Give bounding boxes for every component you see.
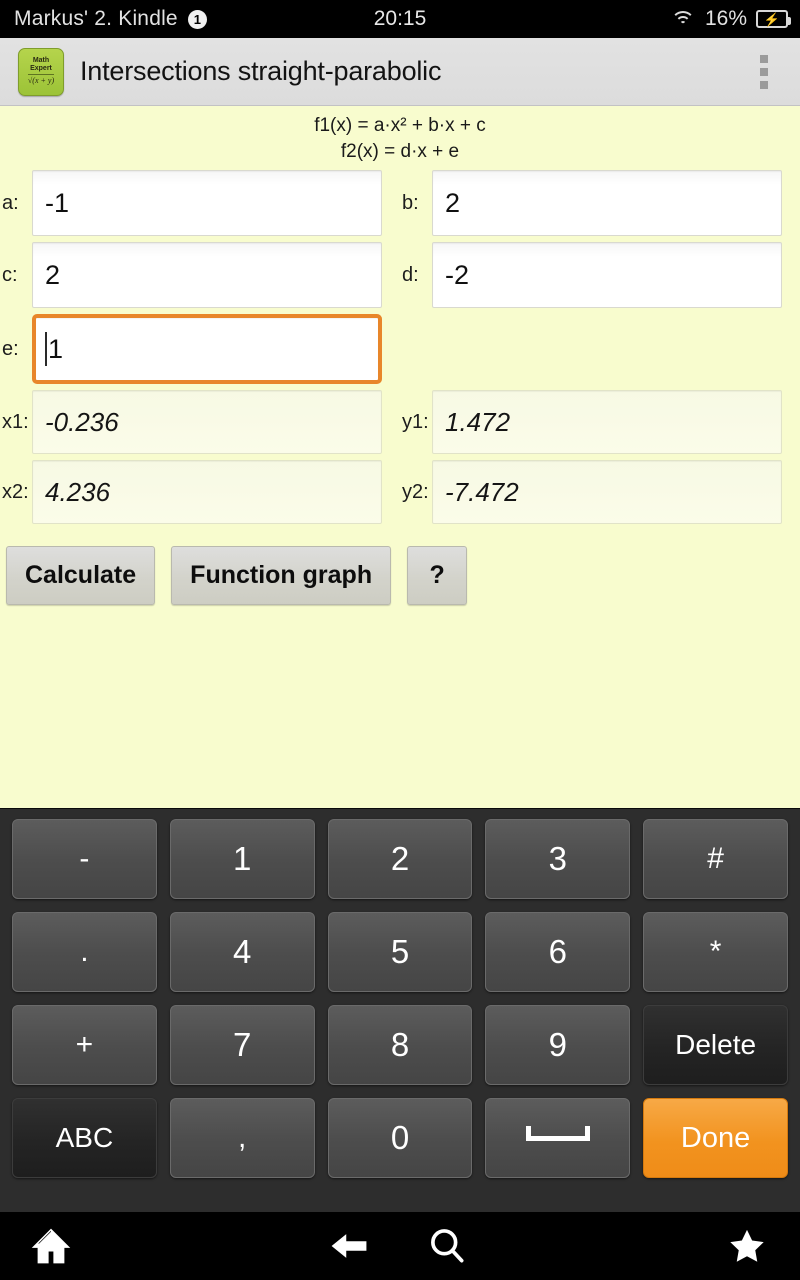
result-cell-x1: x1: -0.236 bbox=[0, 390, 400, 455]
page-title: Intersections straight-parabolic bbox=[80, 56, 442, 86]
formula-f2: f2(x) = d·x + e bbox=[340, 140, 460, 162]
result-label-y2: y2: bbox=[402, 480, 429, 503]
input-row-e: e: 1 bbox=[0, 314, 800, 385]
result-field-y2: -7.472 bbox=[432, 460, 782, 525]
app-header-bar: Math Expert √(x + y) Intersections strai… bbox=[0, 38, 800, 106]
result-value-x2: 4.236 bbox=[45, 476, 111, 507]
input-value-b: 2 bbox=[445, 187, 461, 218]
key-asterisk[interactable]: * bbox=[643, 912, 788, 992]
key-delete[interactable]: Delete bbox=[643, 1005, 788, 1085]
input-row-cd: c: 2 d: -2 bbox=[0, 242, 800, 309]
key-6[interactable]: 6 bbox=[485, 912, 631, 992]
result-cell-x2: x2: 4.236 bbox=[0, 460, 400, 525]
key-done[interactable]: Done bbox=[643, 1098, 788, 1178]
input-field-c[interactable]: 2 bbox=[32, 242, 382, 309]
app-logo-formula: √(x + y) bbox=[27, 74, 55, 86]
input-value-a: -1 bbox=[45, 187, 70, 218]
input-label-b: b: bbox=[402, 191, 419, 214]
input-label-e: e: bbox=[2, 337, 19, 360]
wifi-icon bbox=[670, 9, 696, 29]
key-abc[interactable]: ABC bbox=[12, 1098, 157, 1178]
input-cell-a: a: -1 bbox=[0, 170, 400, 237]
input-label-c: c: bbox=[2, 263, 18, 286]
key-minus[interactable]: - bbox=[12, 819, 157, 899]
result-label-y1: y1: bbox=[402, 410, 429, 433]
input-value-c: 2 bbox=[45, 259, 61, 290]
key-3[interactable]: 3 bbox=[485, 819, 631, 899]
key-comma[interactable]: , bbox=[169, 1098, 315, 1178]
result-cell-y1: y1: 1.472 bbox=[400, 390, 800, 455]
result-value-y1: 1.472 bbox=[445, 406, 511, 437]
app-logo-line1: Math bbox=[32, 57, 50, 65]
input-cell-e: e: 1 bbox=[0, 314, 400, 385]
input-field-b[interactable]: 2 bbox=[432, 170, 782, 237]
keyboard-row-4: ABC , 0 Done bbox=[12, 1098, 788, 1178]
battery-charging-icon: ⚡ bbox=[756, 10, 791, 28]
star-icon[interactable] bbox=[724, 1224, 770, 1268]
key-9[interactable]: 9 bbox=[485, 1005, 631, 1085]
action-button-row: Calculate Function graph ? bbox=[0, 546, 800, 606]
key-1[interactable]: 1 bbox=[169, 819, 315, 899]
input-label-a: a: bbox=[2, 191, 19, 214]
app-logo-icon: Math Expert √(x + y) bbox=[18, 47, 64, 96]
result-field-x2: 4.236 bbox=[32, 460, 382, 525]
result-label-x1: x1: bbox=[2, 410, 29, 433]
result-field-y1: 1.472 bbox=[432, 390, 782, 455]
key-0[interactable]: 0 bbox=[327, 1098, 473, 1178]
spacebar-icon bbox=[525, 1125, 590, 1141]
input-cell-d: d: -2 bbox=[400, 242, 800, 309]
on-screen-keyboard: - 1 2 3 # . 4 5 6 * + 7 8 9 Delete ABC ,… bbox=[0, 808, 800, 1212]
key-hash[interactable]: # bbox=[643, 819, 788, 899]
calculate-button[interactable]: Calculate bbox=[6, 546, 156, 606]
status-bar: Markus' 2. Kindle 1 20:15 16% ⚡ bbox=[0, 0, 800, 38]
home-icon[interactable] bbox=[28, 1224, 74, 1268]
function-graph-button[interactable]: Function graph bbox=[171, 546, 392, 606]
key-8[interactable]: 8 bbox=[327, 1005, 473, 1085]
input-field-e[interactable]: 1 bbox=[32, 314, 382, 385]
battery-percent-label: 16% bbox=[704, 7, 747, 30]
result-value-y2: -7.472 bbox=[445, 476, 519, 507]
input-value-d: -2 bbox=[445, 259, 470, 290]
key-space[interactable] bbox=[485, 1098, 631, 1178]
text-cursor bbox=[45, 332, 47, 367]
main-content: f1(x) = a·x² + b·x + c f2(x) = d·x + e a… bbox=[0, 107, 800, 807]
input-field-d[interactable]: -2 bbox=[432, 242, 782, 309]
result-row-2: x2: 4.236 y2: -7.472 bbox=[0, 460, 800, 525]
status-bar-right: 16% ⚡ bbox=[670, 7, 791, 31]
result-row-1: x1: -0.236 y1: 1.472 bbox=[0, 390, 800, 455]
keyboard-row-1: - 1 2 3 # bbox=[12, 819, 788, 899]
input-field-a[interactable]: -1 bbox=[32, 170, 382, 237]
result-cell-y2: y2: -7.472 bbox=[400, 460, 800, 525]
key-2[interactable]: 2 bbox=[327, 819, 473, 899]
formula-block: f1(x) = a·x² + b·x + c f2(x) = d·x + e bbox=[0, 107, 800, 164]
key-plus[interactable]: + bbox=[12, 1005, 157, 1085]
result-label-x2: x2: bbox=[2, 480, 29, 503]
key-7[interactable]: 7 bbox=[169, 1005, 315, 1085]
input-cell-b: b: 2 bbox=[400, 170, 800, 237]
system-navigation-bar bbox=[0, 1212, 800, 1280]
overflow-menu-icon[interactable] bbox=[754, 49, 774, 95]
key-4[interactable]: 4 bbox=[169, 912, 315, 992]
back-arrow-icon[interactable] bbox=[326, 1224, 372, 1268]
result-field-x1: -0.236 bbox=[32, 390, 382, 455]
input-value-e: 1 bbox=[48, 333, 64, 364]
key-period[interactable]: . bbox=[12, 912, 157, 992]
input-row-ab: a: -1 b: 2 bbox=[0, 170, 800, 237]
keyboard-row-3: + 7 8 9 Delete bbox=[12, 1005, 788, 1085]
device-screen: Markus' 2. Kindle 1 20:15 16% ⚡ Math Exp… bbox=[0, 0, 800, 1280]
app-logo-line2: Expert bbox=[30, 65, 52, 73]
search-icon[interactable] bbox=[424, 1224, 470, 1268]
keyboard-row-2: . 4 5 6 * bbox=[12, 912, 788, 992]
result-value-x1: -0.236 bbox=[45, 406, 119, 437]
input-cell-c: c: 2 bbox=[0, 242, 400, 309]
key-5[interactable]: 5 bbox=[327, 912, 473, 992]
input-label-d: d: bbox=[402, 263, 419, 286]
help-button[interactable]: ? bbox=[407, 546, 468, 606]
formula-f1: f1(x) = a·x² + b·x + c bbox=[314, 115, 486, 136]
